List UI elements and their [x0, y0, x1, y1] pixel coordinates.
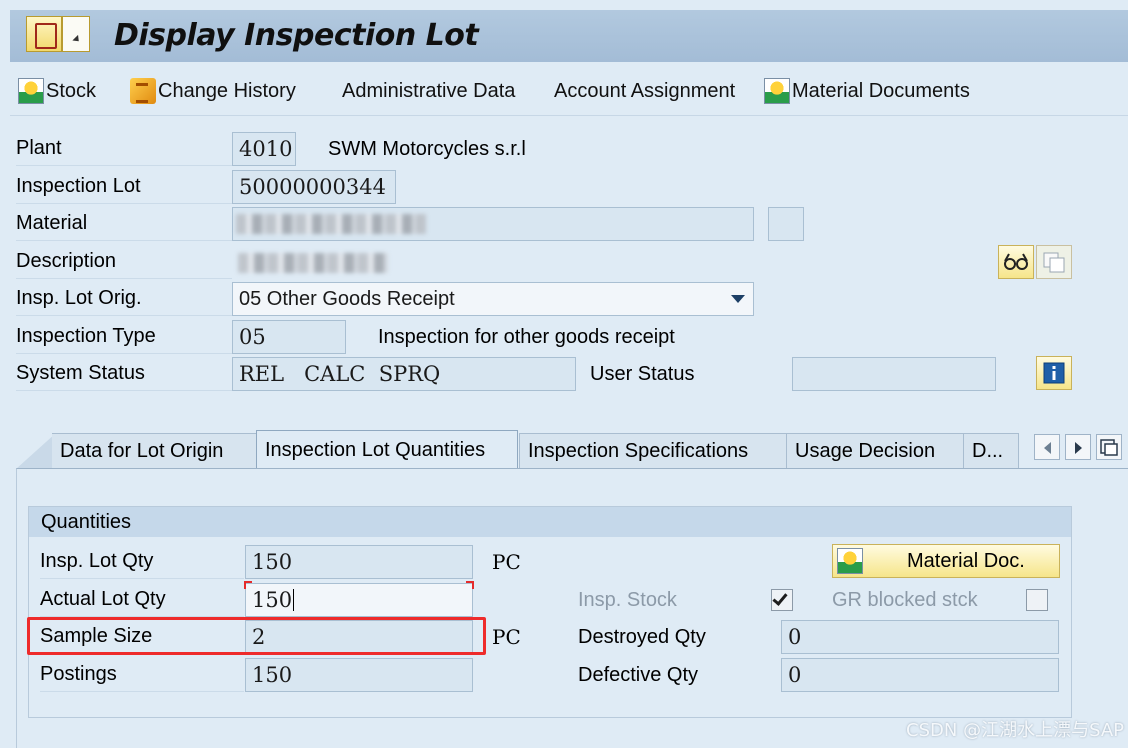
tab-inspection-specifications-label: Inspection Specifications	[528, 440, 749, 462]
description-label-text: Description	[16, 250, 117, 272]
actual-lot-qty-value: 150	[252, 588, 293, 612]
material-label: Material	[16, 207, 232, 241]
sample-size-unit: PC	[492, 625, 521, 649]
insp-stock-checkbox[interactable]	[771, 589, 793, 611]
defective-qty-field[interactable]: 0	[781, 658, 1059, 692]
actual-lot-qty-label-text: Actual Lot Qty	[40, 588, 166, 610]
inspection-type-text: Inspection for other goods receipt	[378, 325, 675, 348]
material-doc-icon	[837, 548, 863, 574]
insp-lot-orig-select[interactable]: 05 Other Goods Receipt	[232, 282, 754, 316]
focus-corner-tr	[466, 581, 474, 589]
tab-more[interactable]: D...	[963, 433, 1019, 469]
insp-lot-qty-unit: PC	[492, 550, 521, 574]
postings-field[interactable]: 150	[245, 658, 473, 692]
title-bar: Display Inspection Lot	[10, 10, 1128, 62]
description-label: Description	[16, 245, 232, 279]
check-icon	[772, 590, 788, 606]
insp-stock-label: Insp. Stock	[578, 588, 677, 611]
tab-usage-decision[interactable]: Usage Decision	[786, 433, 964, 469]
insp-lot-qty-label-text: Insp. Lot Qty	[40, 550, 154, 572]
gr-blocked-label: GR blocked stck	[832, 588, 978, 611]
gr-blocked-checkbox[interactable]	[1026, 589, 1048, 611]
material-doc-label: Material Doc.	[907, 549, 1025, 572]
insp-lot-orig-value: 05 Other Goods Receipt	[239, 287, 455, 310]
account-assignment-button[interactable]: Account Assignment	[554, 76, 735, 106]
material-documents-button[interactable]: Material Documents	[764, 76, 970, 106]
quantities-group-title: Quantities	[29, 507, 1071, 537]
description-redacted	[238, 253, 388, 273]
tab-data-for-lot-origin-label: Data for Lot Origin	[60, 440, 224, 462]
administrative-data-button[interactable]: Administrative Data	[342, 76, 515, 106]
tab-list-glyph	[1100, 439, 1118, 456]
tab-data-for-lot-origin[interactable]: Data for Lot Origin	[52, 433, 264, 469]
material-redacted	[236, 214, 426, 234]
application-toolbar: Stock Change History Administrative Data…	[10, 64, 1128, 116]
tab-list-icon[interactable]	[1096, 434, 1122, 460]
administrative-data-label: Administrative Data	[342, 79, 516, 102]
watermark: CSDN @江湖水上漂与SAP	[906, 720, 1124, 741]
inspection-type-label: Inspection Type	[16, 320, 232, 354]
material-label-text: Material	[16, 212, 88, 234]
stock-icon	[18, 78, 44, 104]
chevron-down-icon[interactable]	[731, 295, 745, 303]
material-documents-label: Material Documents	[792, 79, 970, 102]
tab-scroll-left-icon[interactable]	[1034, 434, 1060, 460]
account-assignment-label: Account Assignment	[554, 79, 736, 102]
copy-icon	[1043, 252, 1065, 273]
tab-left-edge	[16, 433, 56, 469]
system-status-label: System Status	[16, 357, 232, 391]
menu-dropdown-icon[interactable]	[62, 16, 90, 52]
system-status-label-text: System Status	[16, 362, 145, 384]
inspection-lot-label: Inspection Lot	[16, 170, 232, 204]
destroyed-qty-field[interactable]: 0	[781, 620, 1059, 654]
user-status-label: User Status	[590, 362, 695, 385]
focus-corner-tl	[244, 581, 252, 589]
material-documents-icon	[764, 78, 790, 104]
stock-button[interactable]: Stock	[18, 76, 96, 106]
actual-lot-qty-label: Actual Lot Qty	[40, 583, 244, 617]
postings-label: Postings	[40, 658, 244, 692]
insp-lot-qty-field[interactable]: 150	[245, 545, 473, 579]
tabstrip: Data for Lot Origin Inspection Lot Quant…	[16, 430, 1128, 469]
plant-field[interactable]: 4010	[232, 132, 296, 166]
inspection-type-label-text: Inspection Type	[16, 325, 156, 347]
page-title: Display Inspection Lot	[114, 18, 479, 53]
insp-lot-orig-label-text: Insp. Lot Orig.	[16, 287, 142, 309]
change-history-button[interactable]: Change History	[130, 76, 296, 106]
tab-inspection-lot-quantities[interactable]: Inspection Lot Quantities	[256, 430, 518, 469]
material-doc-button[interactable]: Material Doc.	[832, 544, 1060, 578]
plant-label: Plant	[16, 132, 232, 166]
system-menu-icon[interactable]	[26, 16, 90, 52]
sample-size-highlight	[27, 617, 486, 655]
glasses-icon	[1004, 253, 1028, 270]
material-extra-field[interactable]	[768, 207, 804, 241]
inspection-lot-field[interactable]: 50000000344	[232, 170, 396, 204]
user-status-field[interactable]	[792, 357, 996, 391]
tab-scroll-right-icon[interactable]	[1065, 434, 1091, 460]
info-button[interactable]	[1036, 356, 1072, 390]
postings-label-text: Postings	[40, 663, 117, 685]
inspection-type-field[interactable]: 05	[232, 320, 346, 354]
history-icon	[130, 78, 156, 104]
info-icon	[1043, 362, 1065, 384]
tab-inspection-specifications[interactable]: Inspection Specifications	[519, 433, 787, 469]
tab-more-label: D...	[972, 440, 1004, 462]
glasses-button[interactable]	[998, 245, 1034, 279]
insp-lot-orig-label: Insp. Lot Orig.	[16, 282, 232, 316]
plant-label-text: Plant	[16, 137, 62, 159]
menu-face-icon[interactable]	[26, 16, 62, 52]
plant-name: SWM Motorcycles s.r.l	[328, 137, 526, 160]
destroyed-qty-label: Destroyed Qty	[578, 625, 706, 648]
tab-usage-decision-label: Usage Decision	[795, 440, 936, 462]
change-history-label: Change History	[158, 79, 296, 102]
copy-button[interactable]	[1036, 245, 1072, 279]
text-cursor	[293, 589, 295, 611]
inspection-lot-label-text: Inspection Lot	[16, 175, 141, 197]
actual-lot-qty-field[interactable]: 150	[245, 583, 473, 617]
tab-inspection-lot-quantities-label: Inspection Lot Quantities	[265, 438, 486, 461]
insp-lot-qty-label: Insp. Lot Qty	[40, 545, 244, 579]
system-status-field[interactable]: REL CALC SPRQ	[232, 357, 576, 391]
defective-qty-label: Defective Qty	[578, 663, 699, 686]
stock-label: Stock	[46, 79, 97, 102]
